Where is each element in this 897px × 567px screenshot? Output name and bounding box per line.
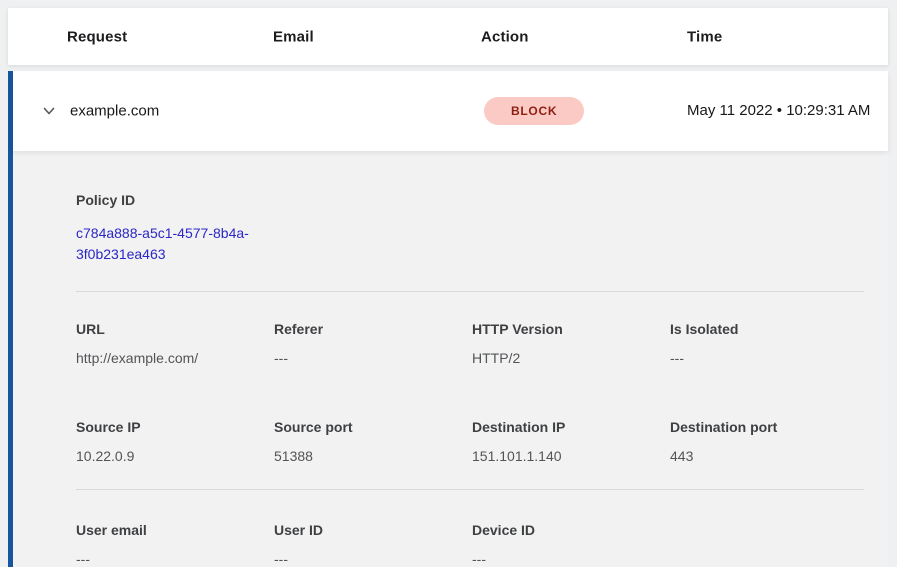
field-label: User ID	[274, 521, 472, 539]
field-label: Is Isolated	[670, 320, 864, 338]
detail-field-device-id: Device ID ---	[472, 521, 670, 567]
column-header-email: Email	[273, 28, 314, 45]
column-header-request: Request	[67, 28, 127, 45]
detail-field-destination-port: Destination port 443	[670, 418, 864, 465]
detail-field-is-isolated: Is Isolated ---	[670, 320, 864, 367]
network-details-grid: Source IP 10.22.0.9 Source port 51388 De…	[76, 418, 864, 465]
section-divider	[76, 291, 864, 292]
field-label: URL	[76, 320, 274, 338]
field-value: ---	[670, 349, 864, 367]
policy-id-label: Policy ID	[76, 191, 864, 209]
field-value: ---	[274, 349, 472, 367]
field-label: Destination port	[670, 418, 864, 436]
field-value: ---	[472, 550, 670, 567]
field-value: ---	[274, 550, 472, 567]
row-details-panel: Policy ID c784a888-a5c1-4577-8b4a-3f0b23…	[13, 151, 888, 567]
row-time-value: May 11 2022 • 10:29:31 AM	[687, 99, 879, 123]
field-value: 51388	[274, 447, 472, 465]
detail-field-user-id: User ID ---	[274, 521, 472, 567]
field-label: Device ID	[472, 521, 670, 539]
user-details-grid: User email --- User ID --- Device ID ---	[76, 521, 864, 567]
chevron-down-icon[interactable]	[40, 102, 58, 120]
detail-field-source-port: Source port 51388	[274, 418, 472, 465]
field-value: HTTP/2	[472, 349, 670, 367]
request-log-table: Request Email Action Time example.com BL…	[8, 8, 888, 567]
column-header-action: Action	[481, 28, 529, 45]
field-label: Destination IP	[472, 418, 670, 436]
field-label: Source IP	[76, 418, 274, 436]
detail-field-destination-ip: Destination IP 151.101.1.140	[472, 418, 670, 465]
field-label: Source port	[274, 418, 472, 436]
table-row[interactable]: example.com BLOCK May 11 2022 • 10:29:31…	[13, 71, 888, 151]
row-request-value: example.com	[70, 103, 159, 120]
policy-id-link[interactable]: c784a888-a5c1-4577-8b4a-3f0b231ea463	[76, 223, 276, 265]
field-value: http://example.com/	[76, 349, 274, 367]
action-block-badge: BLOCK	[484, 97, 584, 125]
detail-field-http-version: HTTP Version HTTP/2	[472, 320, 670, 367]
field-label: HTTP Version	[472, 320, 670, 338]
column-header-time: Time	[687, 28, 722, 45]
field-value: ---	[76, 550, 274, 567]
field-value: 443	[670, 447, 864, 465]
table-header-row: Request Email Action Time	[8, 8, 888, 65]
detail-field-user-email: User email ---	[76, 521, 274, 567]
field-value: 10.22.0.9	[76, 447, 274, 465]
expanded-row-group: example.com BLOCK May 11 2022 • 10:29:31…	[8, 71, 888, 567]
detail-field-empty	[670, 521, 864, 567]
detail-field-url: URL http://example.com/	[76, 320, 274, 367]
field-label: User email	[76, 521, 274, 539]
field-label: Referer	[274, 320, 472, 338]
http-details-grid: URL http://example.com/ Referer --- HTTP…	[76, 320, 864, 367]
detail-field-referer: Referer ---	[274, 320, 472, 367]
policy-id-section: Policy ID c784a888-a5c1-4577-8b4a-3f0b23…	[76, 191, 864, 265]
section-divider	[76, 489, 864, 490]
detail-field-source-ip: Source IP 10.22.0.9	[76, 418, 274, 465]
field-value: 151.101.1.140	[472, 447, 670, 465]
